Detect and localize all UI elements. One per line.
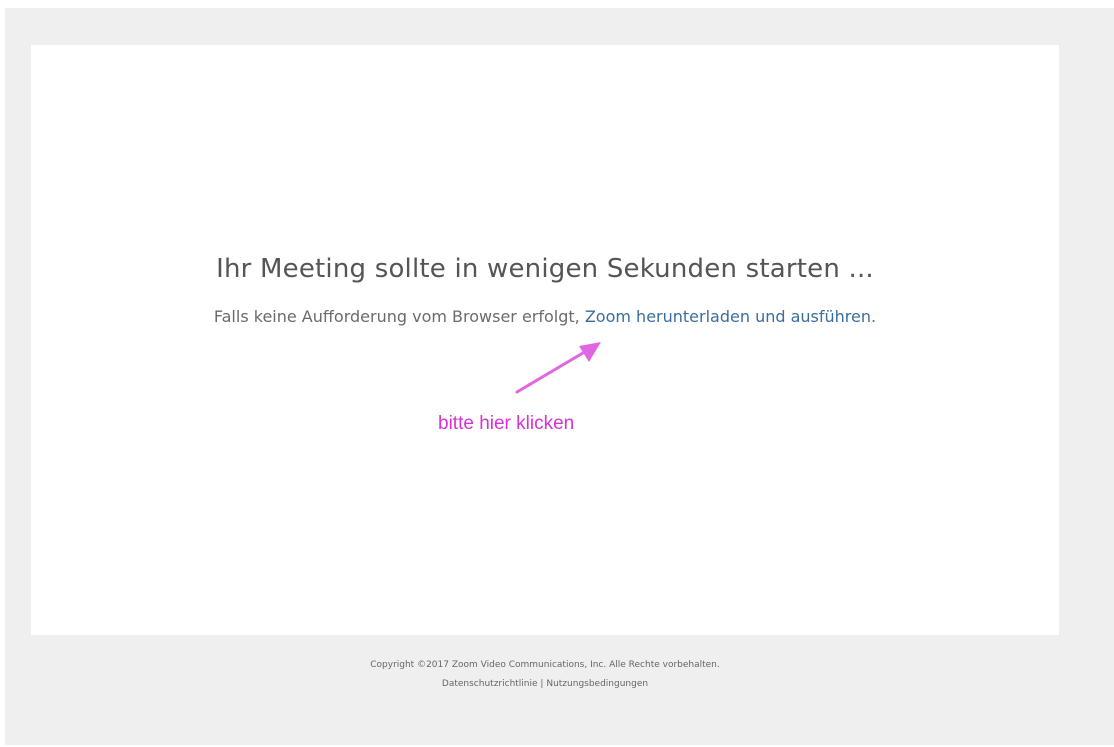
launch-instructions: Falls keine Aufforderung vom Browser erf… [0, 307, 1090, 326]
terms-of-use-link[interactable]: Nutzungsbedingungen [546, 679, 648, 689]
download-zoom-link[interactable]: Zoom herunterladen und ausführen [585, 307, 871, 326]
footer-links: Datenschutzrichtlinie | Nutzungsbedingun… [0, 675, 1090, 694]
click-here-annotation: bitte hier klicken [438, 413, 575, 434]
instruction-text: Falls keine Aufforderung vom Browser erf… [213, 307, 580, 326]
footer-separator: | [540, 679, 544, 689]
privacy-policy-link[interactable]: Datenschutzrichtlinie [442, 679, 538, 689]
instruction-suffix: . [871, 307, 877, 326]
page-title: Ihr Meeting sollte in wenigen Sekunden s… [216, 254, 874, 284]
copyright-text: Copyright ©2017 Zoom Video Communication… [370, 660, 720, 670]
footer: Copyright ©2017 Zoom Video Communication… [0, 656, 1090, 694]
annotation-arrow-icon [515, 342, 601, 394]
